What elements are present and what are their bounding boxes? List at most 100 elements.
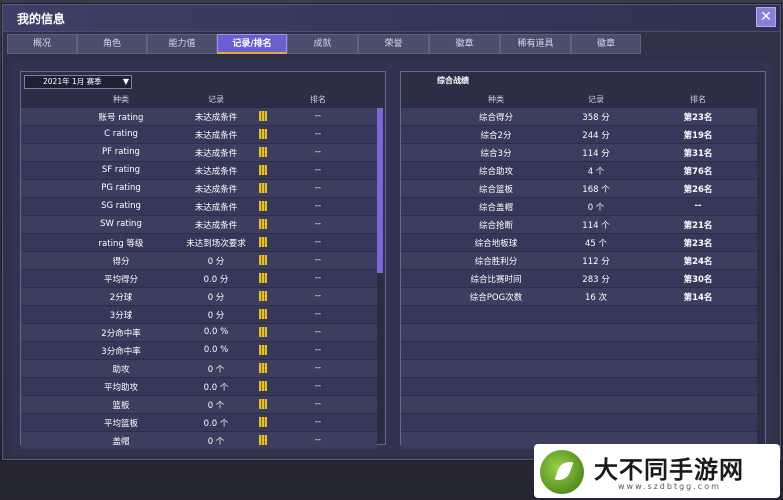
row-type: 平均篮板 [103, 419, 138, 429]
window-titlebar: 我的信息 ✕ [3, 5, 780, 32]
table-row: 2分命中率 0.0 % -- [21, 324, 377, 341]
rank-bar-icon [259, 129, 267, 139]
row-type: 综合助攻 [478, 167, 513, 177]
left-scrollbar-thumb[interactable] [377, 108, 383, 273]
table-row: PG rating 未达成条件 -- [21, 180, 377, 197]
row-record: 0.0 % [203, 327, 229, 337]
header-record: 记录 [588, 95, 604, 104]
table-row: PF rating 未达成条件 -- [21, 144, 377, 161]
row-record: 未达成条件 [194, 185, 238, 195]
rank-bar-icon [259, 273, 267, 283]
table-row: 综合抢断 114 个 第21名 [401, 216, 757, 233]
watermark-url: www.szdbtgg.com [618, 482, 721, 491]
table-row: 助攻 0 个 -- [21, 360, 377, 377]
row-record: 0.0 % [203, 345, 229, 355]
row-record: 283 分 [582, 275, 610, 285]
table-row-empty [401, 306, 757, 323]
tab-badges-2[interactable]: 徽章 [571, 34, 641, 54]
table-row: 综合胜利分 112 分 第24名 [401, 252, 757, 269]
table-row-empty [401, 342, 757, 359]
row-record: 0 分 [207, 257, 225, 267]
table-row: 账号 rating 未达成条件 -- [21, 108, 377, 125]
tab-character[interactable]: 角色 [77, 34, 147, 54]
rank-bar-icon [259, 291, 267, 301]
row-rank: -- [314, 309, 322, 319]
row-rank: -- [314, 327, 322, 337]
row-rank: -- [314, 129, 322, 139]
row-rank: 第26名 [683, 185, 713, 195]
table-row: 平均得分 0.0 分 -- [21, 270, 377, 287]
rank-bar-icon [259, 111, 267, 121]
row-record: 112 分 [582, 257, 610, 267]
row-type: 综合2分 [480, 131, 512, 141]
row-record: 未达成条件 [194, 113, 238, 123]
row-type: 平均助攻 [103, 383, 138, 393]
row-type: 综合比赛时间 [470, 275, 522, 285]
row-rank: -- [314, 345, 322, 355]
row-rank: 第19名 [683, 131, 713, 141]
row-record: 244 分 [582, 131, 610, 141]
tab-overview[interactable]: 概况 [7, 34, 77, 54]
row-record: 168 个 [582, 185, 610, 195]
rank-bar-icon [259, 255, 267, 265]
rank-bar-icon [259, 237, 267, 247]
table-row: 2分球 0 分 -- [21, 288, 377, 305]
row-record: 0 个 [207, 437, 225, 447]
row-record: 114 个 [582, 221, 610, 231]
tab-badges[interactable]: 徽章 [429, 34, 500, 54]
table-row: 综合POG次数 16 次 第14名 [401, 288, 757, 305]
row-record: 0.0 个 [203, 383, 229, 393]
season-dropdown[interactable]: 2021年 1月 赛季 ▼ [24, 75, 132, 89]
table-row: 综合助攻 4 个 第76名 [401, 162, 757, 179]
row-type: PF rating [102, 147, 140, 157]
row-type: 平均得分 [103, 275, 138, 285]
table-row-empty [401, 378, 757, 395]
row-record: 0 个 [207, 401, 225, 411]
rank-bar-icon [259, 165, 267, 175]
table-row-empty [401, 360, 757, 377]
row-type: 2分球 [109, 293, 133, 303]
row-type: 综合3分 [480, 149, 512, 159]
rank-bar-icon [259, 309, 267, 319]
right-table-header: 种类 记录 排名 [401, 92, 757, 106]
header-type: 种类 [488, 95, 504, 104]
row-record: 4 个 [587, 167, 605, 177]
row-type: 篮板 [112, 401, 130, 411]
rank-bar-icon [259, 363, 267, 373]
table-row: 得分 0 分 -- [21, 252, 377, 269]
rank-bar-icon [259, 327, 267, 337]
row-rank: -- [314, 111, 322, 121]
table-row: rating 等级 未达到场次要求 -- [21, 234, 377, 251]
row-record: 0 分 [207, 311, 225, 321]
tab-records-ranking[interactable]: 记录/排名 [217, 34, 287, 54]
row-rank: -- [314, 219, 322, 229]
rank-bar-icon [259, 183, 267, 193]
close-button[interactable]: ✕ [756, 7, 776, 27]
row-type: SG rating [101, 201, 141, 211]
row-type: C rating [104, 129, 138, 139]
table-row: 综合篮板 168 个 第26名 [401, 180, 757, 197]
table-row-empty [401, 324, 757, 341]
rank-bar-icon [259, 381, 267, 391]
watermark-title: 大不同手游网 [594, 456, 744, 484]
table-row: C rating 未达成条件 -- [21, 126, 377, 143]
row-type: SF rating [101, 165, 141, 175]
table-row: 综合地板球 45 个 第23名 [401, 234, 757, 251]
table-row: 综合盖帽 0 个 -- [401, 198, 757, 215]
left-scrollbar[interactable] [377, 108, 383, 442]
season-dropdown-value: 2021年 1月 赛季 [43, 77, 102, 86]
tab-achievements[interactable]: 成就 [287, 34, 358, 54]
row-rank: -- [314, 183, 322, 193]
row-record: 45 个 [584, 239, 608, 249]
row-type: 综合篮板 [478, 185, 513, 195]
tab-ability[interactable]: 能力值 [147, 34, 217, 54]
leaf-logo-icon [540, 450, 584, 494]
season-records-panel: 2021年 1月 赛季 ▼ 种类 记录 排名 账号 rating 未达成条件 -- … [20, 71, 386, 449]
table-row: SG rating 未达成条件 -- [21, 198, 377, 215]
tab-honors[interactable]: 荣誉 [358, 34, 429, 54]
table-row: 综合3分 114 分 第31名 [401, 144, 757, 161]
table-row: 综合比赛时间 283 分 第30名 [401, 270, 757, 287]
table-row-empty [401, 396, 757, 413]
row-rank: -- [314, 381, 322, 391]
tab-rare-items[interactable]: 稀有道具 [500, 34, 571, 54]
